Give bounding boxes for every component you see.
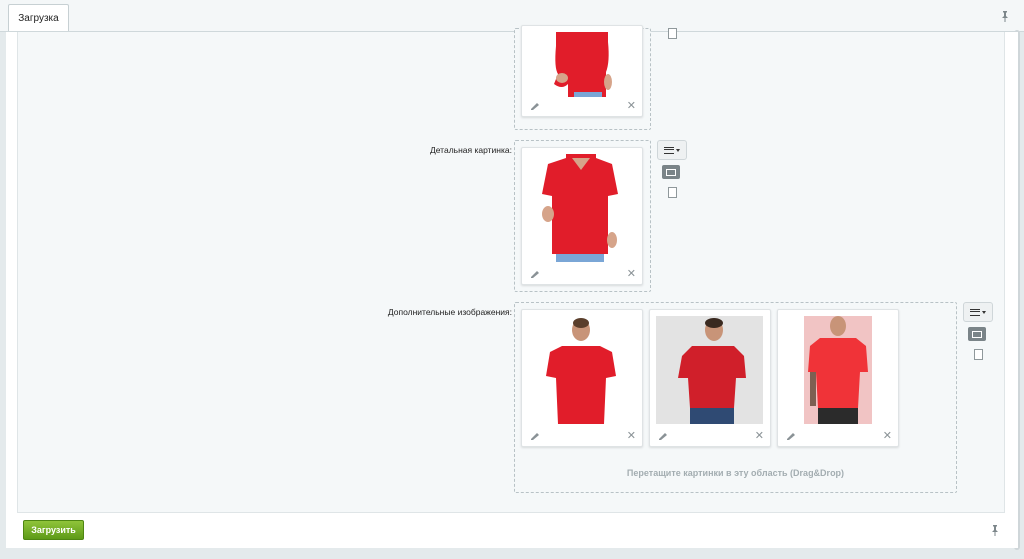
tab-zagruzka[interactable]: Загрузка bbox=[8, 4, 69, 31]
preview-picture-dropzone[interactable]: ✕ bbox=[514, 25, 651, 130]
pencil-icon[interactable] bbox=[530, 432, 540, 440]
content-panel: ✕ Детальная картинка: ✕ Дополнительные и… bbox=[6, 25, 1018, 548]
image-card: ✕ bbox=[521, 25, 643, 117]
more-images-dropzone[interactable]: ✕ ✕ ✕ Перетащите картинки в эту область … bbox=[514, 302, 957, 493]
image-card: ✕ bbox=[777, 309, 899, 447]
pencil-icon[interactable] bbox=[530, 270, 540, 278]
hamburger-menu-icon[interactable] bbox=[657, 140, 687, 160]
tshirt-image bbox=[528, 32, 635, 97]
file-icon[interactable] bbox=[668, 28, 677, 39]
pencil-icon[interactable] bbox=[786, 432, 796, 440]
image-icon[interactable] bbox=[968, 327, 986, 341]
tshirt-front-image bbox=[784, 316, 891, 424]
form-area: ✕ Детальная картинка: ✕ Дополнительные и… bbox=[17, 25, 1005, 513]
more-images-label: Дополнительные изображения: bbox=[387, 307, 512, 317]
file-icon[interactable] bbox=[668, 187, 677, 198]
tshirt-back-image bbox=[528, 316, 635, 424]
detail-picture-label: Детальная картинка: bbox=[429, 145, 512, 155]
close-icon[interactable]: ✕ bbox=[883, 431, 892, 442]
image-card: ✕ bbox=[521, 309, 643, 447]
pin-icon[interactable] bbox=[990, 524, 1000, 536]
image-card: ✕ bbox=[649, 309, 771, 447]
pencil-icon[interactable] bbox=[530, 102, 540, 110]
image-icon[interactable] bbox=[662, 165, 680, 179]
pencil-icon[interactable] bbox=[658, 432, 668, 440]
upload-button[interactable]: Загрузить bbox=[23, 520, 84, 540]
close-icon[interactable]: ✕ bbox=[627, 269, 636, 280]
close-icon[interactable]: ✕ bbox=[627, 431, 636, 442]
close-icon[interactable]: ✕ bbox=[627, 101, 636, 112]
tab-label: Загрузка bbox=[18, 12, 59, 24]
file-icon[interactable] bbox=[974, 349, 983, 360]
tab-bar: Загрузка bbox=[0, 0, 1024, 32]
detail-picture-dropzone[interactable]: ✕ bbox=[514, 140, 651, 292]
tshirt-image bbox=[528, 154, 635, 262]
tshirt-side-image bbox=[656, 316, 763, 424]
image-card: ✕ bbox=[521, 147, 643, 285]
hamburger-menu-icon[interactable] bbox=[963, 302, 993, 322]
close-icon[interactable]: ✕ bbox=[755, 431, 764, 442]
drop-hint: Перетащите картинки в эту область (Drag&… bbox=[626, 468, 845, 478]
pin-icon[interactable] bbox=[1000, 10, 1010, 22]
